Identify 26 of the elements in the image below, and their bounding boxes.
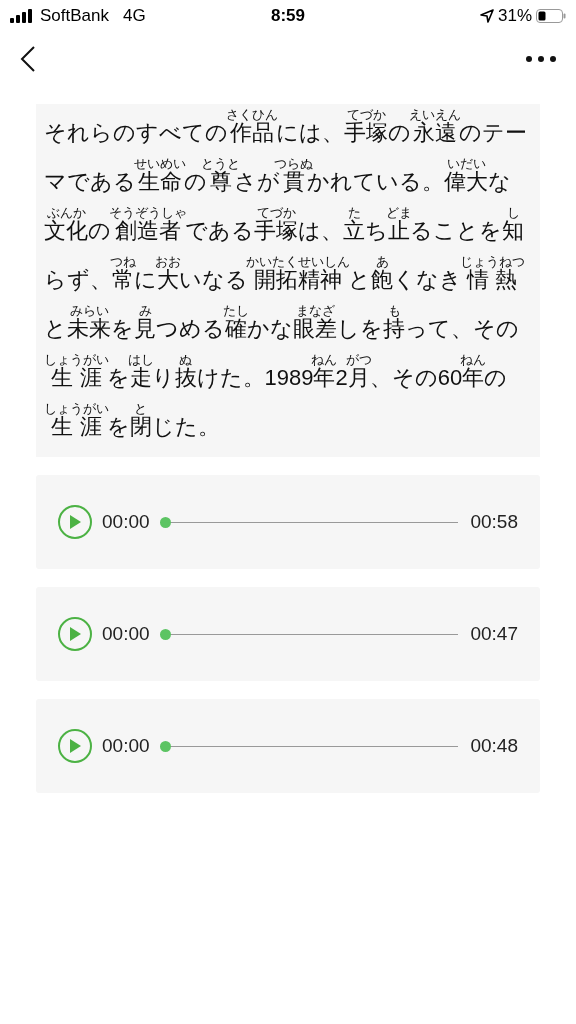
progress-thumb[interactable] <box>159 516 171 528</box>
play-button[interactable] <box>58 505 92 539</box>
total-duration: 00:48 <box>470 733 518 758</box>
total-duration: 00:47 <box>470 621 518 646</box>
clock: 8:59 <box>271 5 305 28</box>
network-type: 4G <box>123 5 146 28</box>
progress-thumb[interactable] <box>159 740 171 752</box>
battery-percent: 31% <box>497 5 532 28</box>
elapsed-time: 00:00 <box>102 621 150 646</box>
progress-thumb[interactable] <box>159 628 171 640</box>
location-arrow-icon <box>479 9 494 23</box>
battery-icon <box>536 9 566 23</box>
play-button[interactable] <box>58 729 92 763</box>
play-icon <box>68 738 82 754</box>
progress-track[interactable] <box>159 516 459 528</box>
total-duration: 00:58 <box>470 509 518 534</box>
signal-icon <box>10 9 34 23</box>
passage-text: それらのすべての作品 さくひん には、手塚 てづか の永遠 えいえん のテー マである 生命 せいめい の 尊 とうと さが貫 つらぬ かれている。偉大 いだい な 文化 ぶんか の 創造者 そうぞうしゃ である手塚 てづか は、立 た ち止 どま ることを知 し らず、常 つね に大 おお いなる 開拓精神 かいたくせいしん と 飽 あ くなき 情 熱 じょうねつ と 未来 みらい を見 み つめる確 たし かな眼差 まなざ しを持 も って、その 生 涯 しょうがい を走 はし り 抜 ぬ けた。1989年 ねん 2月 がつ 、その60年 ねん の 生 涯 しょうがい を閉 と じた。 <box>36 104 540 457</box>
elapsed-time: 00:00 <box>102 509 150 534</box>
play-icon <box>68 514 82 530</box>
play-button[interactable] <box>58 617 92 651</box>
progress-track[interactable] <box>159 740 459 752</box>
elapsed-time: 00:00 <box>102 733 150 758</box>
play-icon <box>68 626 82 642</box>
progress-track[interactable] <box>159 628 459 640</box>
carrier-name: SoftBank <box>40 5 109 28</box>
